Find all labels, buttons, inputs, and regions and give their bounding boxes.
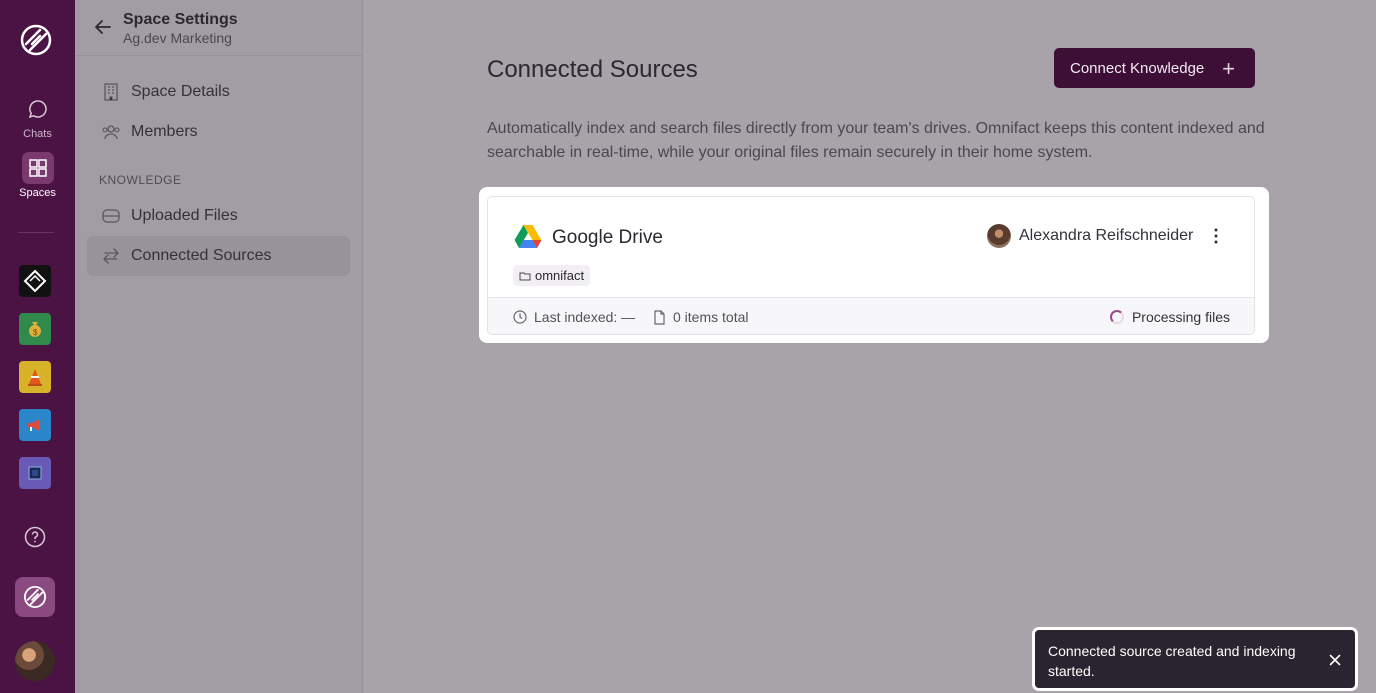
google-drive-icon xyxy=(514,225,542,248)
user-avatar[interactable] xyxy=(15,641,55,681)
spaces-grid-icon xyxy=(21,152,54,184)
members-icon xyxy=(101,122,121,142)
plus-icon: + xyxy=(1222,56,1235,81)
processing-status-label: Processing files xyxy=(1131,309,1230,325)
owner-name: Alexandra Reifschneider xyxy=(1019,227,1194,244)
chip-icon xyxy=(28,466,42,480)
rail-chats-label: Chats xyxy=(23,128,52,140)
building-icon xyxy=(101,82,121,102)
space-tile-traffic-cone[interactable] xyxy=(19,361,51,393)
last-indexed: Last indexed: — xyxy=(513,309,635,325)
brand-home-button[interactable] xyxy=(15,577,55,617)
traffic-cone-icon xyxy=(28,369,42,386)
source-card-footer: Last indexed: — 0 items total Processing… xyxy=(488,297,1254,334)
clock-icon xyxy=(513,310,527,324)
back-arrow-icon[interactable] xyxy=(93,17,113,37)
source-name: Google Drive xyxy=(552,227,663,248)
nav-space-details-label: Space Details xyxy=(131,83,230,100)
arrows-swap-icon xyxy=(101,246,121,266)
nav-space-details[interactable]: Space Details xyxy=(87,72,350,112)
source-card-google-drive[interactable]: Google Drive omnifact Alexandra Reifschn… xyxy=(487,196,1255,335)
nav-members-label: Members xyxy=(131,123,198,140)
spinner-icon xyxy=(1109,310,1124,324)
owner-avatar xyxy=(987,224,1011,248)
nav-uploaded-files[interactable]: Uploaded Files xyxy=(87,196,350,236)
omnifact-logo-icon xyxy=(23,585,47,609)
help-icon[interactable] xyxy=(24,526,46,548)
rail-chats[interactable]: Chats xyxy=(0,93,75,140)
folder-tag-label: omnifact xyxy=(535,268,585,283)
app-rail: Chats Spaces $ xyxy=(0,0,75,693)
svg-text:$: $ xyxy=(33,328,38,337)
chat-bubble-icon xyxy=(22,93,54,125)
database-icon xyxy=(101,206,121,226)
space-tile-chip[interactable] xyxy=(19,457,51,489)
connect-knowledge-label: Connect Knowledge xyxy=(1070,59,1205,77)
page-title: Connected Sources xyxy=(487,56,698,83)
omnifact-logo-icon[interactable] xyxy=(18,22,54,58)
nav-uploaded-files-label: Uploaded Files xyxy=(131,207,238,224)
nav-members[interactable]: Members xyxy=(87,112,350,152)
last-indexed-label: Last indexed: — xyxy=(534,309,636,325)
space-tile-diamond[interactable] xyxy=(19,265,51,297)
folder-icon xyxy=(519,272,531,280)
connect-knowledge-button[interactable]: Connect Knowledge + xyxy=(1054,48,1255,88)
rail-spaces-label: Spaces xyxy=(19,187,56,199)
nav-connected-sources[interactable]: Connected Sources xyxy=(87,236,350,276)
items-total: 0 items total xyxy=(653,309,748,325)
processing-status: Processing files xyxy=(1109,309,1230,325)
items-total-label: 0 items total xyxy=(673,309,749,325)
section-label-knowledge: KNOWLEDGE xyxy=(99,173,182,187)
megaphone-icon xyxy=(28,419,40,431)
rail-divider xyxy=(18,232,54,233)
nav-connected-sources-label: Connected Sources xyxy=(131,247,272,264)
page-description: Automatically index and search files dir… xyxy=(487,120,1265,161)
money-bag-icon: $ xyxy=(29,322,41,337)
settings-title: Space Settings xyxy=(123,11,238,28)
toast-notification: Connected source created and indexing st… xyxy=(1032,627,1358,691)
toast-message: Connected source created and indexing st… xyxy=(1048,643,1296,679)
space-name: Ag.dev Marketing xyxy=(123,30,232,46)
settings-header: Space Settings Ag.dev Marketing xyxy=(75,0,362,56)
rail-spaces[interactable]: Spaces xyxy=(0,152,75,199)
document-icon xyxy=(654,309,665,325)
close-icon[interactable] xyxy=(1329,654,1341,666)
more-options-icon[interactable] xyxy=(1211,227,1221,245)
space-settings-sidebar: Space Settings Ag.dev Marketing Space De… xyxy=(75,0,363,693)
diamond-icon xyxy=(23,269,47,293)
space-tile-money-bag[interactable]: $ xyxy=(19,313,51,345)
folder-tag: omnifact xyxy=(513,265,591,286)
space-tile-megaphone[interactable] xyxy=(19,409,51,441)
